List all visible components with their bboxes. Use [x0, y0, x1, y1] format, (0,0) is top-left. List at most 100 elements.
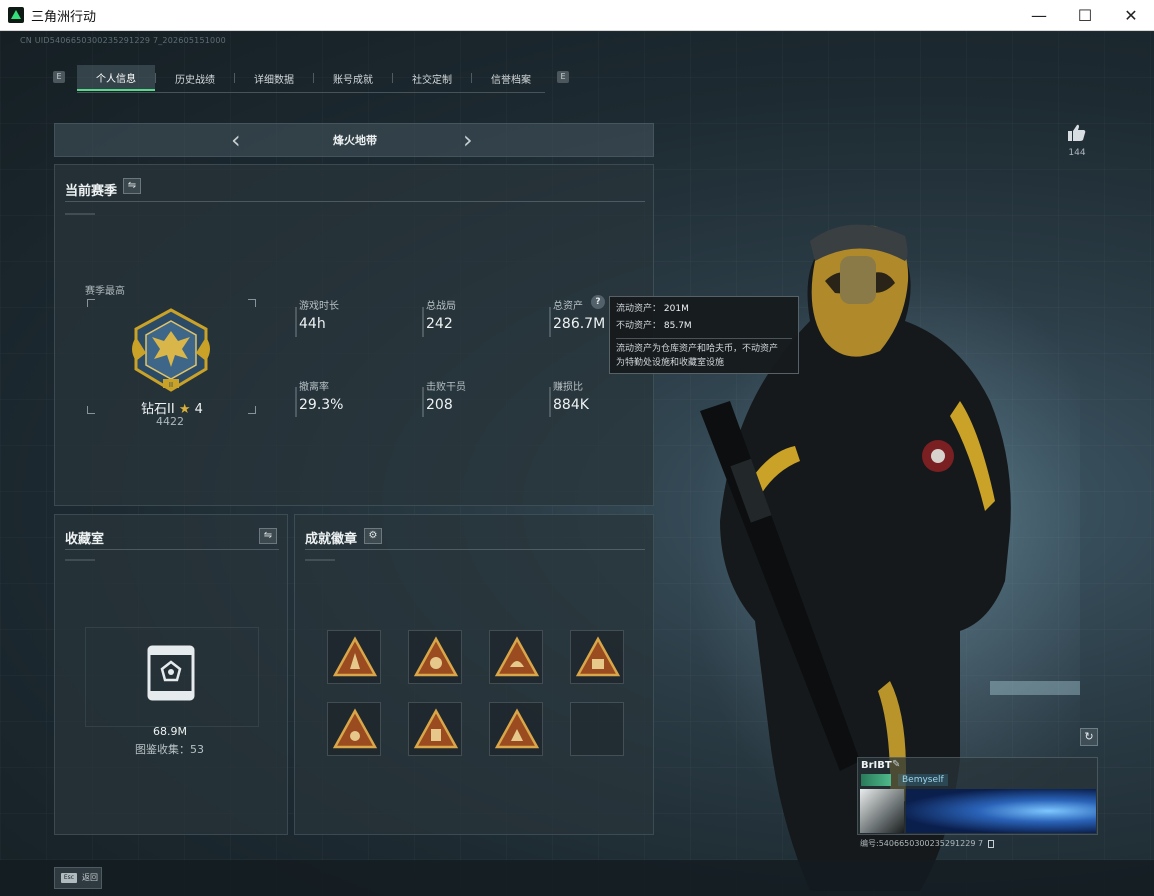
- minimize-button[interactable]: —: [1016, 0, 1062, 31]
- footer-bar: [0, 860, 1154, 896]
- collection-value: 68.9M: [153, 725, 187, 738]
- frame-corner: [248, 406, 256, 414]
- tooltip-fixed-value: 85.7M: [663, 321, 692, 331]
- tab-social-custom[interactable]: 社交定制: [393, 65, 471, 91]
- tooltip-note-line1: 流动资产为仓库资产和哈夫币，不动资产: [616, 344, 779, 354]
- badge-triangle-icon: [332, 708, 378, 749]
- rank-emblem-icon: II: [132, 308, 210, 392]
- rank-stars: 4: [194, 402, 203, 417]
- collection-switch-button[interactable]: ⇋: [259, 528, 277, 544]
- stat-accent: [549, 307, 551, 337]
- season-title: 当前赛季: [65, 184, 118, 199]
- tooltip-liquid-value: 201M: [663, 304, 689, 314]
- stat-label-matches: 总战局: [426, 301, 456, 312]
- achievement-badge-empty-slot[interactable]: [570, 702, 624, 756]
- tab-next-key-hint[interactable]: E: [557, 71, 569, 83]
- stat-label-extract-rate: 撤离率: [299, 382, 329, 393]
- close-button[interactable]: ✕: [1108, 0, 1154, 31]
- copy-icon[interactable]: [987, 839, 994, 848]
- tooltip-fixed-row: 不动资产： 85.7M: [616, 318, 692, 331]
- tab-history[interactable]: 历史战绩: [156, 65, 234, 91]
- achievement-badge[interactable]: [408, 702, 462, 756]
- rank-score: 4422: [156, 415, 184, 428]
- tooltip-liquid-label: 流动资产：: [616, 304, 662, 314]
- game-screen: CN UID5406650300235291229 7_202605151000…: [0, 31, 1154, 896]
- stat-accent: [422, 387, 424, 417]
- tab-personal-info[interactable]: 个人信息: [77, 65, 155, 91]
- achievements-settings-button[interactable]: ⚙: [364, 528, 382, 544]
- maximize-button[interactable]: ☐: [1062, 0, 1108, 31]
- badge-triangle-icon: [494, 708, 540, 749]
- achievement-badge[interactable]: [408, 630, 462, 684]
- frame-corner: [87, 406, 95, 414]
- tab-reputation[interactable]: 信誉档案: [472, 65, 550, 91]
- badge-triangle-icon: [575, 636, 621, 677]
- achievement-badge[interactable]: [489, 630, 543, 684]
- panel-subline: [65, 559, 95, 561]
- stat-label-total-assets: 总资产: [553, 301, 583, 312]
- tooltip-fixed-label: 不动资产：: [616, 321, 662, 331]
- achievement-badge[interactable]: [489, 702, 543, 756]
- uid-line: CN UID5406650300235291229 7_202605151000: [20, 36, 226, 45]
- player-card: BrIBT ✎ Bemyself: [857, 757, 1098, 835]
- badge-triangle-icon: [494, 636, 540, 677]
- tooltip-divider: [616, 338, 792, 339]
- help-icon[interactable]: ?: [591, 295, 605, 309]
- tab-detailed-data[interactable]: 详细数据: [235, 65, 313, 91]
- stat-value-total-assets: 286.7M: [553, 316, 606, 332]
- stat-accent: [295, 387, 297, 417]
- stat-value-playtime: 44h: [299, 316, 326, 332]
- season-switch-button[interactable]: ⇋: [123, 178, 141, 194]
- collection-room-icon[interactable]: [147, 645, 195, 701]
- tab-account-achievements[interactable]: 账号成就: [314, 65, 392, 91]
- stat-accent: [295, 307, 297, 337]
- back-label: 返回: [82, 873, 98, 882]
- player-number-value: 5406650300235291229 7: [878, 839, 984, 848]
- frame-corner: [248, 299, 256, 307]
- stat-value-extract-rate: 29.3%: [299, 397, 344, 413]
- tooltip-liquid-row: 流动资产： 201M: [616, 301, 689, 314]
- tab-prev-key-hint[interactable]: E: [53, 71, 65, 83]
- achievement-badge[interactable]: [327, 630, 381, 684]
- collection-count-label: 图鉴收集：: [135, 743, 190, 756]
- player-avatar[interactable]: [860, 789, 904, 833]
- player-title-icon: [861, 774, 891, 786]
- player-banner-image: [906, 789, 1096, 833]
- panel-rule: [305, 549, 645, 550]
- achievement-badge[interactable]: [327, 702, 381, 756]
- mode-title: 烽火地带: [333, 134, 377, 147]
- mode-prev-button[interactable]: ‹: [231, 128, 241, 152]
- edit-name-icon[interactable]: ✎: [892, 759, 900, 770]
- back-button[interactable]: Esc 返回: [54, 867, 102, 889]
- collection-count-value: 53: [190, 743, 204, 756]
- mode-next-button[interactable]: ›: [463, 128, 473, 152]
- stat-value-kills: 208: [426, 397, 453, 413]
- player-number: 编号:5406650300235291229 7: [860, 838, 994, 849]
- stat-label-playtime: 游戏时长: [299, 301, 339, 312]
- stat-label-kills: 击败干员: [426, 382, 466, 393]
- stat-value-matches: 242: [426, 316, 453, 332]
- achievements-panel: 成就徽章 ⚙: [294, 514, 654, 835]
- collection-panel: 收藏室 ⇋ 68.9M 图鉴收集：53: [54, 514, 288, 835]
- stat-label-profit-loss: 赚损比: [553, 382, 583, 393]
- achievements-title: 成就徽章: [305, 532, 358, 547]
- player-number-label: 编号:: [860, 839, 879, 848]
- refresh-card-button[interactable]: ↻: [1080, 728, 1098, 746]
- tab-underline: [77, 92, 545, 93]
- stat-value-profit-loss: 884K: [553, 397, 589, 413]
- window-titlebar: 三角洲行动 — ☐ ✕: [0, 0, 1154, 31]
- tooltip-note-line2: 为特勤处设施和收藏室设施: [616, 358, 725, 368]
- collection-count: 图鉴收集：53: [135, 741, 204, 757]
- mode-selector: 烽火地带 ‹ ›: [54, 123, 654, 157]
- frame-corner: [87, 299, 95, 307]
- like-thumb-icon[interactable]: [1067, 123, 1087, 143]
- esc-key-hint: Esc: [61, 873, 77, 883]
- player-title: Bemyself: [898, 774, 948, 786]
- assets-tooltip: 流动资产： 201M 不动资产： 85.7M 流动资产为仓库资产和哈夫币，不动资…: [609, 296, 799, 374]
- app-logo-icon: [8, 7, 24, 23]
- achievement-badge[interactable]: [570, 630, 624, 684]
- badge-triangle-icon: [332, 636, 378, 677]
- season-best-label: 赛季最高: [85, 286, 125, 297]
- panel-subline: [65, 213, 95, 215]
- stat-accent: [422, 307, 424, 337]
